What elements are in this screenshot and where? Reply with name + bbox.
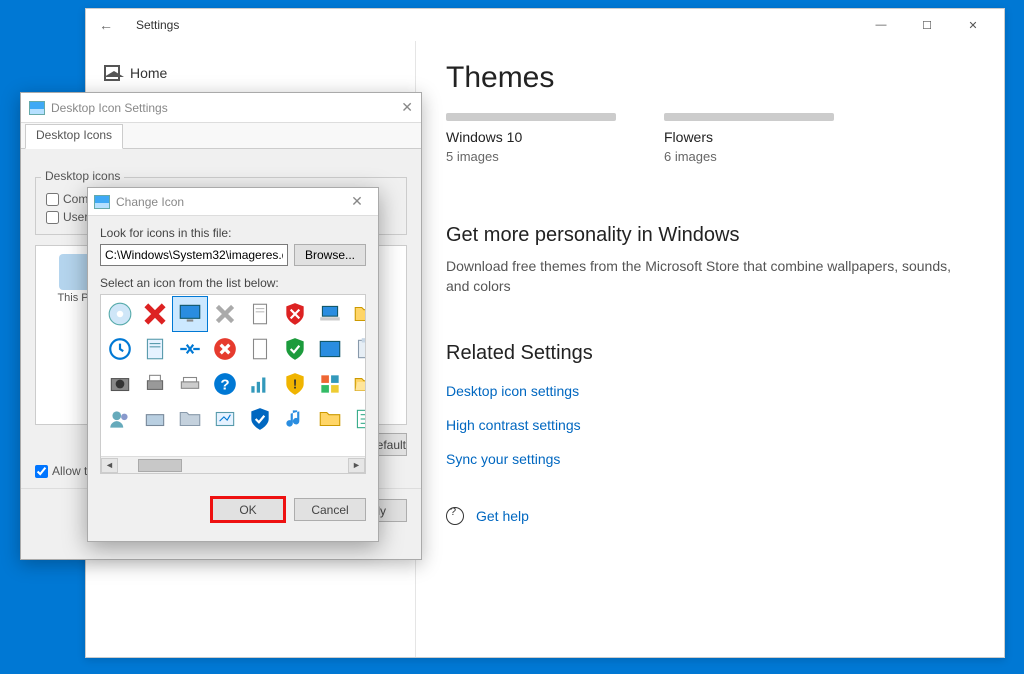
icon-shield-red[interactable] [278, 297, 312, 331]
ok-button[interactable]: OK [212, 498, 284, 521]
checkbox[interactable] [46, 193, 59, 206]
home-icon [104, 65, 120, 81]
close-icon[interactable]: ✕ [401, 99, 413, 116]
theme-thumbnail [446, 113, 616, 121]
icon-list[interactable] [348, 402, 366, 436]
get-help-link[interactable]: Get help [446, 507, 974, 525]
icon-x-red[interactable] [138, 297, 172, 331]
icon-camera[interactable] [103, 367, 137, 401]
icon-list: ? ! ◄ ► [100, 294, 366, 474]
close-icon[interactable]: ✕ [950, 11, 996, 39]
icon-folder-open[interactable] [348, 367, 366, 401]
sidebar-item-home[interactable]: Home [104, 65, 397, 81]
svg-text:!: ! [293, 376, 297, 391]
icon-folder[interactable] [313, 402, 347, 436]
scroll-thumb[interactable] [138, 459, 182, 472]
icon-document[interactable] [243, 297, 277, 331]
browse-button[interactable]: Browse... [294, 244, 366, 266]
icon-shield-blue[interactable] [243, 402, 277, 436]
icon-scanner[interactable] [173, 367, 207, 401]
settings-main: Themes Windows 10 5 images Flowers 6 ima… [416, 41, 1004, 657]
icon-music[interactable] [278, 402, 312, 436]
dis-titlebar: Desktop Icon Settings ✕ [21, 93, 421, 123]
section-heading: Related Settings [446, 342, 974, 365]
theme-subtitle: 6 images [664, 149, 854, 164]
icon-monitor[interactable] [173, 297, 207, 331]
icon-laptop[interactable] [313, 297, 347, 331]
window-icon [94, 195, 110, 209]
icon-drive[interactable] [138, 402, 172, 436]
icon-x-grey[interactable] [208, 297, 242, 331]
change-icon-dialog: Change Icon ✕ Look for icons in this fil… [87, 187, 379, 542]
checkbox[interactable] [46, 211, 59, 224]
icon-window[interactable] [313, 332, 347, 366]
tab-desktop-icons[interactable]: Desktop Icons [25, 124, 123, 149]
settings-titlebar: ← Settings — ☐ ✕ [86, 9, 1004, 41]
svg-text:?: ? [220, 376, 229, 393]
checkbox[interactable] [35, 465, 48, 478]
theme-subtitle: 5 images [446, 149, 636, 164]
cancel-button[interactable]: Cancel [294, 498, 366, 521]
link-desktop-icon-settings[interactable]: Desktop icon settings [446, 383, 974, 399]
icon-users[interactable] [103, 402, 137, 436]
scroll-track[interactable] [118, 458, 348, 473]
theme-name: Flowers [664, 129, 854, 145]
icon-page-blue[interactable] [138, 332, 172, 366]
theme-card[interactable]: Flowers 6 images [664, 113, 854, 164]
icon-shield-check[interactable] [278, 332, 312, 366]
scroll-left-button[interactable]: ◄ [101, 458, 118, 473]
close-icon[interactable]: ✕ [342, 193, 372, 210]
maximize-icon[interactable]: ☐ [904, 11, 950, 39]
icon-chart[interactable] [243, 367, 277, 401]
group-label: Desktop icons [41, 169, 124, 183]
window-icon [29, 101, 45, 115]
icon-run[interactable] [208, 402, 242, 436]
horizontal-scrollbar[interactable]: ◄ ► [101, 456, 365, 473]
icon-compress[interactable] [173, 332, 207, 366]
settings-title: Settings [136, 18, 179, 32]
scroll-right-button[interactable]: ► [348, 458, 365, 473]
look-for-icons-label: Look for icons in this file: [100, 226, 366, 240]
help-icon [446, 507, 464, 525]
page-title: Themes [446, 61, 974, 95]
get-help-label: Get help [476, 508, 529, 524]
icon-shield-warning[interactable]: ! [278, 367, 312, 401]
ci-titlebar: Change Icon ✕ [88, 188, 378, 216]
ci-title: Change Icon [116, 195, 184, 209]
icon-app[interactable] [313, 367, 347, 401]
theme-thumbnail [664, 113, 834, 121]
theme-name: Windows 10 [446, 129, 636, 145]
link-sync-settings[interactable]: Sync your settings [446, 451, 974, 467]
icon-clipboard[interactable] [348, 332, 366, 366]
link-high-contrast-settings[interactable]: High contrast settings [446, 417, 974, 433]
theme-card[interactable]: Windows 10 5 images [446, 113, 636, 164]
icon-folder-grey[interactable] [173, 402, 207, 436]
select-icon-label: Select an icon from the list below: [100, 276, 366, 290]
icon-folder[interactable] [348, 297, 366, 331]
icon-error[interactable] [208, 332, 242, 366]
icon-clock[interactable] [103, 332, 137, 366]
home-label: Home [130, 65, 167, 81]
minimize-icon[interactable]: — [858, 11, 904, 39]
section-description: Download free themes from the Microsoft … [446, 257, 966, 296]
back-icon[interactable]: ← [94, 17, 118, 33]
icon-help[interactable]: ? [208, 367, 242, 401]
icon-document[interactable] [243, 332, 277, 366]
dis-title: Desktop Icon Settings [51, 101, 168, 115]
icon-disc[interactable] [103, 297, 137, 331]
icon-printer[interactable] [138, 367, 172, 401]
section-heading: Get more personality in Windows [446, 224, 974, 247]
icon-file-path-input[interactable] [100, 244, 288, 266]
